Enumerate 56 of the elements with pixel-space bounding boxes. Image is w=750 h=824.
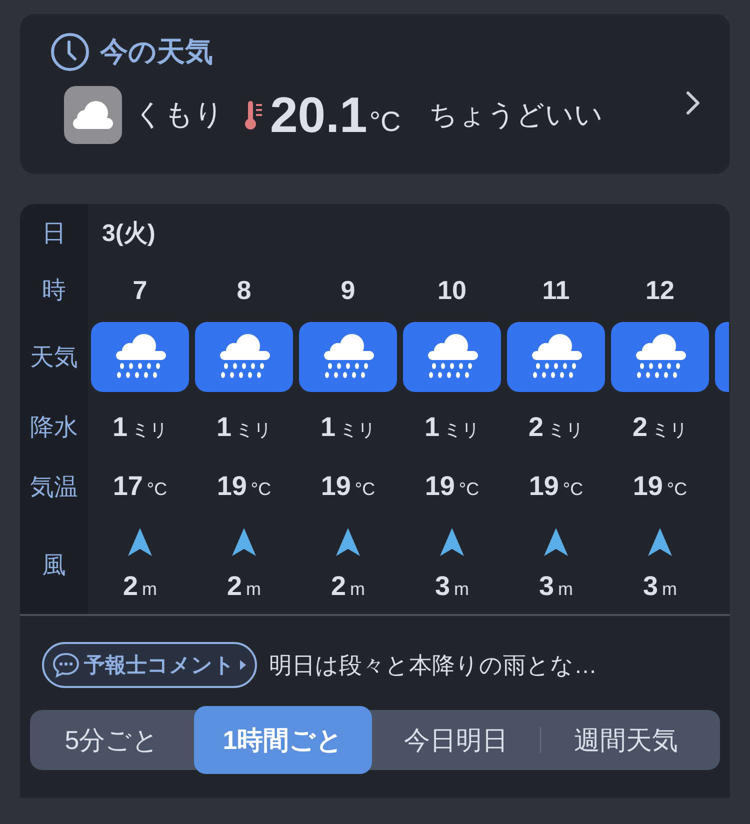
temperature-unit: °C: [369, 106, 401, 138]
temperature-value: 20.1: [270, 86, 368, 144]
wind-speed-value: 2 m: [330, 571, 366, 602]
row-label: 気温: [30, 472, 78, 502]
comment-text: 明日は段々と本降りの雨とな…: [269, 650, 597, 680]
wind-speed-value: 2 m: [122, 571, 158, 602]
temperature-value: 19°C: [216, 471, 272, 502]
hour-label: 9: [340, 274, 356, 306]
row-label: 日: [42, 219, 66, 249]
row-label: 時: [42, 276, 66, 306]
temperature-value: 19°C: [424, 471, 480, 502]
current-weather-card[interactable]: 今の天気 くもり 20.1°C ちょうどいい: [20, 14, 730, 174]
precipitation-value: 2 ミリ: [632, 412, 688, 442]
cloud-icon: [64, 86, 122, 144]
clock-icon: [50, 32, 90, 72]
temperature-value: 19°C: [320, 471, 376, 502]
comfort-text: ちょうどいい: [428, 98, 603, 132]
wind-arrow-icon: [127, 527, 153, 557]
wind-arrow-icon: [647, 527, 673, 557]
temperature-value: 17°C: [112, 471, 168, 502]
view-tab[interactable]: 1時間ごと: [194, 706, 372, 774]
hour-label: 7: [132, 274, 148, 306]
wind-arrow-icon: [231, 527, 257, 557]
wind-speed-value: 3 m: [434, 571, 470, 602]
hour-label: 12: [646, 274, 674, 306]
view-tab[interactable]: 週間天気: [541, 710, 711, 770]
row-label: 降水: [30, 413, 78, 443]
precipitation-value: 2 ミリ: [528, 412, 584, 442]
row-label: 天気: [30, 343, 78, 373]
hour-label: 10: [438, 274, 466, 306]
hour-label: 8: [236, 274, 252, 306]
chevron-right-icon: [686, 91, 700, 115]
speech-bubble-icon: [52, 652, 80, 678]
thermometer-icon: [244, 99, 264, 131]
wind-arrow-icon: [439, 527, 465, 557]
view-tab[interactable]: 5分ごと: [30, 710, 194, 770]
precipitation-value: 1 ミリ: [216, 412, 272, 442]
view-tab[interactable]: 今日明日: [372, 710, 540, 770]
wind-arrow-icon: [335, 527, 361, 557]
precipitation-value: 1 ミリ: [424, 412, 480, 442]
wind-speed-value: 3 m: [538, 571, 574, 602]
precipitation-value: 1 ミリ: [320, 412, 376, 442]
forecaster-comment-button[interactable]: 予報士コメント: [42, 642, 257, 688]
temperature-value: 19°C: [632, 471, 688, 502]
wind-speed-value: 3 m: [642, 571, 678, 602]
hour-label: 11: [542, 274, 570, 306]
precipitation-value: 1 ミリ: [112, 412, 168, 442]
temperature-value: 19°C: [528, 471, 584, 502]
caret-icon: [239, 659, 247, 671]
date-label: 3(火): [101, 219, 156, 249]
condition-text: くもり: [134, 98, 224, 133]
row-label: 風: [42, 550, 66, 580]
wind-speed-value: 2 m: [226, 571, 262, 602]
wind-arrow-icon: [543, 527, 569, 557]
section-title: 今の天気: [100, 35, 213, 69]
weather-tile: [715, 322, 729, 392]
